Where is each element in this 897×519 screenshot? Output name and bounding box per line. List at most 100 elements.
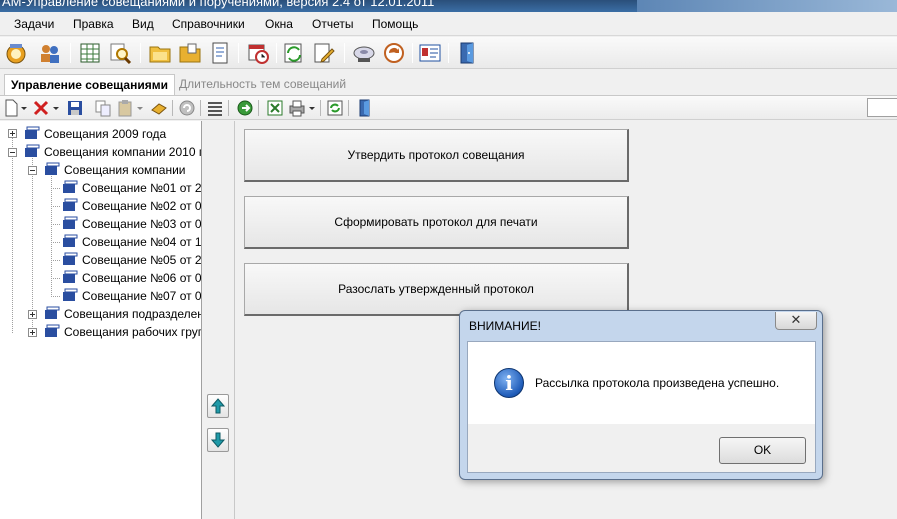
disk-icon[interactable]: [352, 41, 376, 65]
tree-node[interactable]: Совещания подразделен: [64, 305, 201, 323]
dialog-close-button[interactable]: ✕: [775, 312, 817, 330]
ok-button[interactable]: OK: [719, 437, 806, 464]
menu-directories[interactable]: Справочники: [172, 17, 245, 31]
meeting-icon: [63, 252, 78, 265]
tab-strip: Управление совещаниями Длительность тем …: [0, 70, 897, 96]
menu-windows[interactable]: Окна: [265, 17, 293, 31]
contact-card-icon[interactable]: [418, 41, 442, 65]
chevron-down-icon[interactable]: [136, 99, 144, 117]
tree-connector: [12, 137, 13, 333]
tree-node-meeting[interactable]: Совещание №04 от 15: [82, 233, 201, 251]
menu-view[interactable]: Вид: [132, 17, 154, 31]
undo-icon[interactable]: [178, 99, 196, 117]
sync-icon[interactable]: [382, 41, 406, 65]
toolbar-separator: [228, 100, 229, 116]
tree-node[interactable]: Совещания рабочих груп: [64, 323, 201, 341]
excel-icon[interactable]: [266, 99, 284, 117]
tree-collapse-toggle[interactable]: [8, 148, 17, 157]
tree-collapse-toggle[interactable]: [28, 166, 37, 175]
tree-connector: [32, 155, 33, 333]
meeting-folder-icon: [25, 144, 40, 157]
edit-icon[interactable]: [312, 41, 336, 65]
toolbar-separator: [140, 43, 141, 63]
document-icon[interactable]: [208, 41, 232, 65]
table-icon[interactable]: [78, 41, 102, 65]
send-protocol-button[interactable]: Разослать утвержденный протокол: [244, 263, 629, 316]
menu-edit[interactable]: Правка: [73, 17, 114, 31]
toolbar-separator: [412, 43, 413, 63]
chevron-down-icon[interactable]: [20, 99, 28, 117]
dialog-body: i Рассылка протокола произведена успешно…: [467, 341, 816, 473]
tree-node-meeting[interactable]: Совещание №07 от 09: [82, 287, 201, 305]
approve-protocol-button[interactable]: Утвердить протокол совещания: [244, 129, 629, 182]
menu-help[interactable]: Помощь: [372, 17, 418, 31]
search-icon[interactable]: [108, 41, 132, 65]
tree-node[interactable]: Совещания компании: [64, 161, 185, 179]
list-icon[interactable]: [206, 99, 224, 117]
folder-open-icon[interactable]: [178, 41, 202, 65]
copy-icon[interactable]: [94, 99, 112, 117]
tree-expand-toggle[interactable]: [28, 310, 37, 319]
menu-reports[interactable]: Отчеты: [312, 17, 353, 31]
tree-node-meeting[interactable]: Совещание №05 от 22: [82, 251, 201, 269]
message-dialog: ВНИМАНИЕ! ✕ i Рассылка протокола произве…: [459, 310, 823, 480]
tree-connector: [51, 242, 60, 243]
exit-door-icon[interactable]: [356, 99, 374, 117]
arrow-down-icon: [210, 432, 226, 448]
tree-node-meeting[interactable]: Совещание №01 от 25: [82, 179, 201, 197]
go-icon[interactable]: [236, 99, 254, 117]
tree-node-meeting[interactable]: Совещание №06 от 01: [82, 269, 201, 287]
tree-connector: [51, 260, 60, 261]
tree-expand-toggle[interactable]: [28, 328, 37, 337]
menu-tasks[interactable]: Задачи: [14, 17, 54, 31]
titlebar-right-area: [637, 0, 897, 12]
reorder-pane: [203, 121, 235, 519]
dialog-message: Рассылка протокола произведена успешно.: [535, 376, 780, 390]
secondary-toolbar: [0, 96, 897, 120]
move-down-button[interactable]: [207, 428, 229, 452]
delete-icon[interactable]: [32, 99, 50, 117]
move-up-button[interactable]: [207, 394, 229, 418]
paste-icon[interactable]: [116, 99, 134, 117]
meeting-folder-icon: [45, 306, 60, 319]
tree-node[interactable]: Совещания компании 2010 г: [44, 143, 201, 161]
meetings-tree: Совещания 2009 года Совещания компании 2…: [0, 121, 202, 519]
window-titlebar: AM-Управление совещаниями и поручениями,…: [0, 0, 897, 12]
tree-node-meeting[interactable]: Совещание №02 от 01: [82, 197, 201, 215]
exit-door-icon[interactable]: [456, 41, 480, 65]
calendar-clock-icon[interactable]: [246, 41, 270, 65]
tree-connector: [51, 188, 60, 189]
meeting-icon: [63, 216, 78, 229]
tree-connector: [51, 278, 60, 279]
generate-print-protocol-button[interactable]: Сформировать протокол для печати: [244, 196, 629, 249]
eraser-icon[interactable]: [150, 99, 168, 117]
toolbar-separator: [448, 43, 449, 63]
toolbar-combo-box[interactable]: [867, 98, 897, 117]
save-icon[interactable]: [66, 99, 84, 117]
dialog-message-area: i Рассылка протокола произведена успешно…: [468, 342, 815, 424]
meeting-icon: [63, 180, 78, 193]
new-document-icon[interactable]: [2, 99, 20, 117]
refresh-icon[interactable]: [326, 99, 344, 117]
meeting-icon: [63, 234, 78, 247]
tree-node-meeting[interactable]: Совещание №03 от 08: [82, 215, 201, 233]
meeting-icon: [63, 288, 78, 301]
users-icon[interactable]: [38, 41, 62, 65]
main-toolbar: [0, 37, 897, 69]
meeting-icon: [63, 198, 78, 211]
tree-node[interactable]: Совещания 2009 года: [44, 125, 166, 143]
tree-expand-toggle[interactable]: [8, 129, 17, 138]
meeting-icon: [63, 270, 78, 283]
chevron-down-icon[interactable]: [52, 99, 60, 117]
meeting-folder-icon: [45, 162, 60, 175]
tab-topic-duration[interactable]: Длительность тем совещаний: [173, 74, 352, 96]
tab-meetings-management[interactable]: Управление совещаниями: [4, 74, 175, 96]
toolbar-separator: [172, 100, 173, 116]
chevron-down-icon[interactable]: [308, 99, 316, 117]
refresh-list-icon[interactable]: [282, 41, 306, 65]
arrow-up-icon: [210, 398, 226, 414]
tree-connector: [51, 224, 60, 225]
print-icon[interactable]: [288, 99, 306, 117]
folder-icon[interactable]: [148, 41, 172, 65]
meetings-icon[interactable]: [4, 41, 28, 65]
